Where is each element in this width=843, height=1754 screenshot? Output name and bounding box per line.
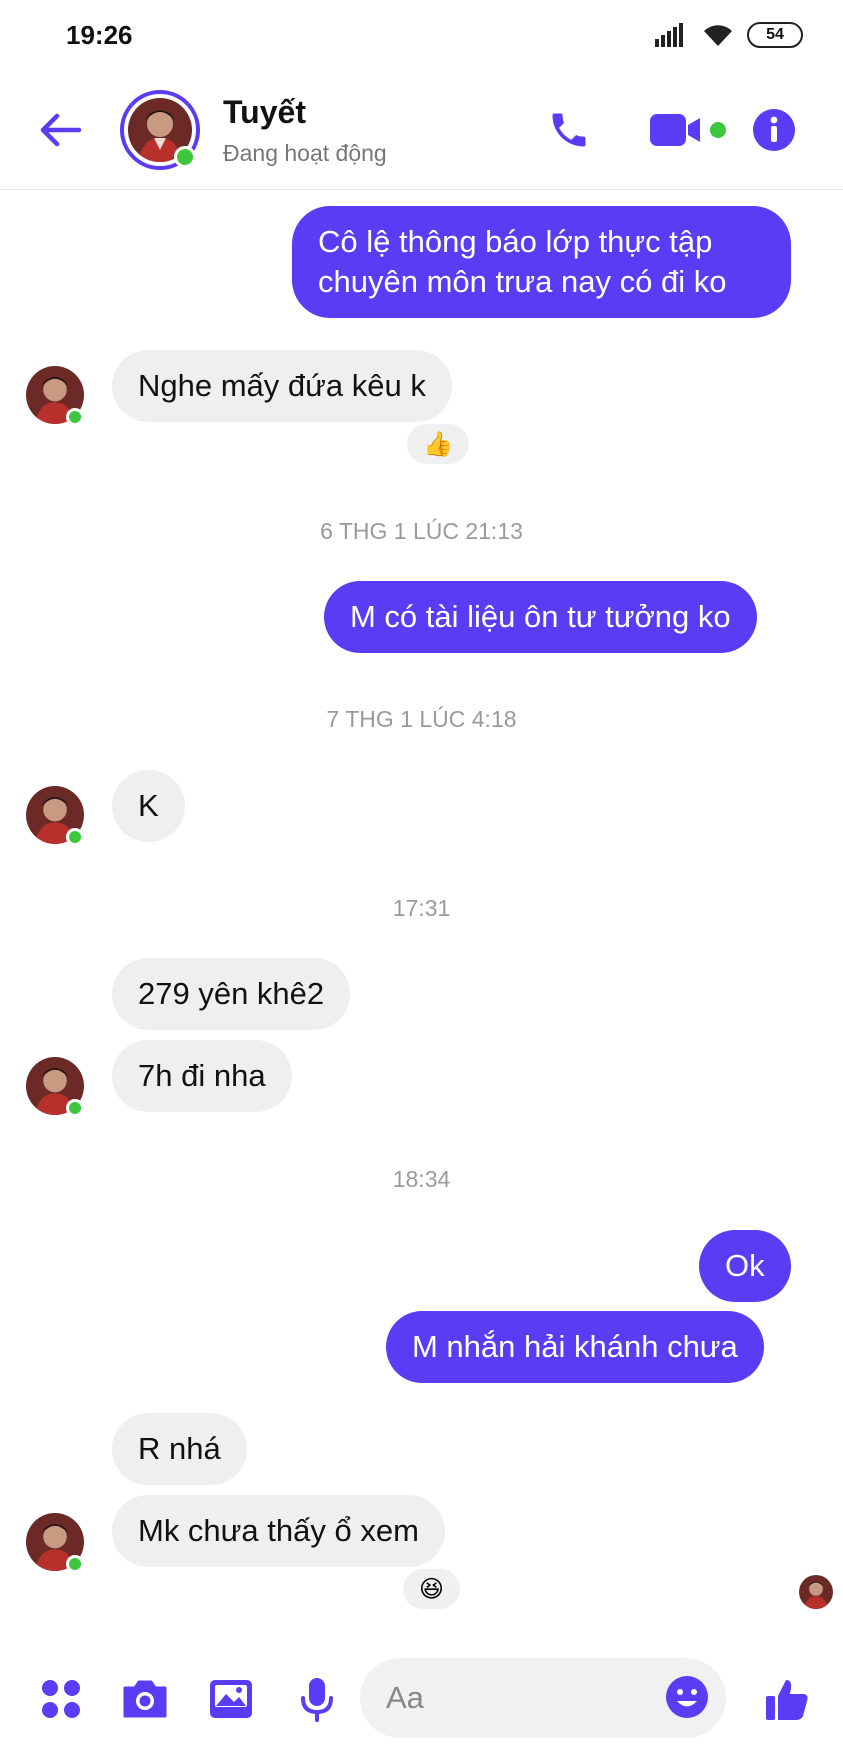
like-button[interactable] bbox=[762, 1674, 812, 1724]
seen-receipt-avatar bbox=[799, 1575, 833, 1609]
call-button[interactable] bbox=[542, 104, 596, 156]
reaction-badge[interactable]: 😆 bbox=[400, 1566, 464, 1612]
chat-header: Tuyết Đang hoạt động bbox=[0, 72, 843, 190]
gallery-button[interactable] bbox=[206, 1674, 256, 1724]
incoming-message[interactable]: 7h đi nha bbox=[112, 1040, 292, 1112]
message-text-line: Cô lệ thông báo lớp thực tập bbox=[318, 224, 713, 259]
microphone-icon bbox=[301, 1678, 333, 1722]
message-text-line: chuyên môn trưa nay có đi ko bbox=[318, 264, 727, 299]
timestamp: 7 THG 1 LÚC 4:18 bbox=[326, 706, 517, 732]
camera-button[interactable] bbox=[120, 1674, 170, 1724]
apps-grid-icon bbox=[42, 1680, 80, 1718]
composer-bar bbox=[0, 1640, 843, 1754]
status-icons: 54 bbox=[655, 22, 803, 48]
outgoing-message[interactable]: Ok bbox=[699, 1230, 791, 1302]
video-call-button[interactable] bbox=[644, 104, 730, 156]
info-button[interactable] bbox=[748, 104, 800, 156]
reaction-badge[interactable]: 👍 bbox=[404, 421, 472, 467]
timestamp: 6 THG 1 LÚC 21:13 bbox=[320, 518, 523, 544]
outgoing-message[interactable]: M nhắn hải khánh chưa bbox=[386, 1311, 764, 1383]
info-icon bbox=[753, 109, 795, 151]
video-camera-icon bbox=[650, 114, 700, 146]
timestamp: 17:31 bbox=[392, 895, 451, 921]
outgoing-message[interactable]: M có tài liệu ôn tư tưởng ko bbox=[324, 581, 757, 653]
emoji-button[interactable] bbox=[664, 1674, 712, 1722]
online-indicator bbox=[66, 1555, 84, 1573]
contact-status: Đang hoạt động bbox=[223, 140, 387, 166]
timestamp: 18:34 bbox=[392, 1166, 451, 1192]
status-bar: 19:26 54 bbox=[0, 0, 843, 72]
message-composer[interactable] bbox=[360, 1658, 726, 1738]
emoji-icon bbox=[666, 1676, 708, 1718]
apps-button[interactable] bbox=[36, 1674, 86, 1724]
incoming-message[interactable]: Mk chưa thấy ổ xem bbox=[112, 1495, 445, 1567]
incoming-message[interactable]: R nhá bbox=[112, 1413, 247, 1485]
incoming-message[interactable]: Nghe mấy đứa kêu k bbox=[112, 350, 452, 422]
outgoing-message[interactable]: Cô lệ thông báo lớp thực tập chuyên môn … bbox=[292, 206, 791, 318]
phone-icon bbox=[552, 113, 586, 147]
battery-indicator: 54 bbox=[747, 22, 803, 48]
message-input[interactable] bbox=[386, 1658, 636, 1738]
contact-name[interactable]: Tuyết bbox=[223, 94, 306, 131]
image-icon bbox=[210, 1680, 252, 1718]
thumbs-up-icon bbox=[766, 1680, 808, 1720]
avatar-photo bbox=[799, 1575, 833, 1609]
incoming-message[interactable]: K bbox=[112, 770, 185, 842]
camera-icon bbox=[123, 1680, 167, 1718]
signal-icon bbox=[655, 23, 683, 47]
back-button[interactable] bbox=[36, 106, 84, 154]
video-online-dot bbox=[710, 122, 726, 138]
status-time: 19:26 bbox=[66, 20, 133, 50]
online-indicator bbox=[66, 828, 84, 846]
voice-message-button[interactable] bbox=[292, 1674, 342, 1724]
wifi-icon bbox=[704, 25, 732, 46]
online-indicator bbox=[66, 408, 84, 426]
incoming-message[interactable]: 279 yên khê2 bbox=[112, 958, 351, 1030]
arrow-left-icon bbox=[40, 113, 81, 147]
online-indicator bbox=[174, 146, 196, 168]
online-indicator bbox=[66, 1099, 84, 1117]
